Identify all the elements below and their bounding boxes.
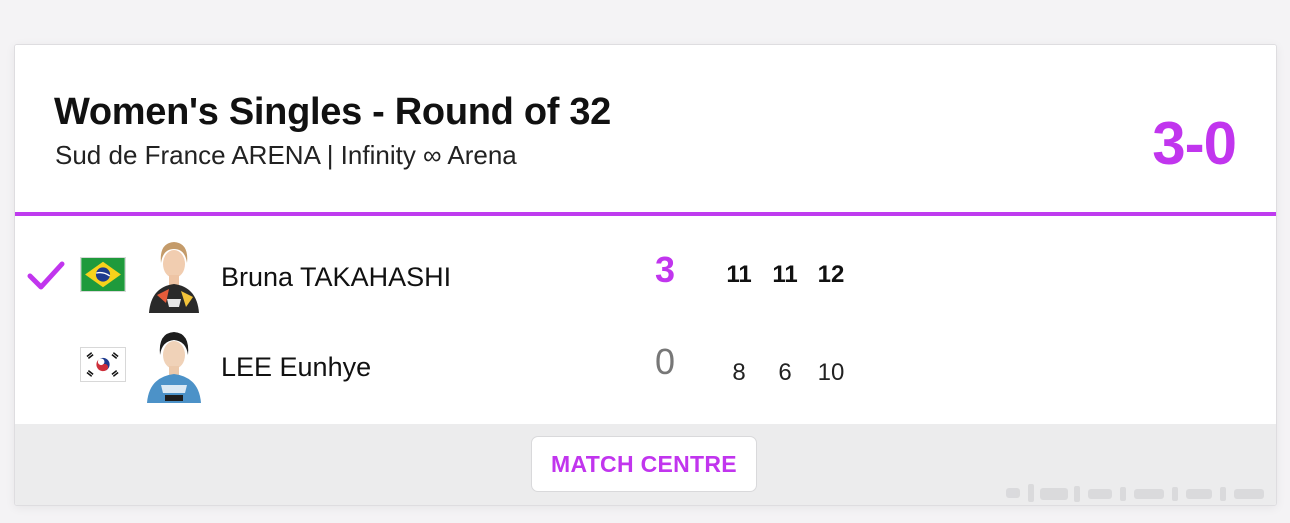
korea-flag-icon: [80, 347, 126, 382]
game-score: 10: [817, 359, 845, 386]
venue-label: Sud de France ARENA | Infinity ∞ Arena: [55, 140, 517, 170]
game-score: 12: [817, 261, 845, 288]
player-row: LEE Eunhye 0 8 6 10: [15, 325, 1276, 405]
match-title: Women's Singles - Round of 32: [54, 91, 612, 133]
player-name[interactable]: Bruna TAKAHASHI: [221, 262, 451, 293]
match-score: 3-0: [1152, 110, 1237, 177]
player-avatar: [141, 327, 207, 403]
watermark-icon: [1006, 484, 1264, 502]
match-centre-button[interactable]: MATCH CENTRE: [531, 436, 757, 492]
player-avatar: [141, 237, 207, 313]
match-card: Women's Singles - Round of 32 Sud de Fra…: [14, 44, 1277, 506]
game-score: 8: [732, 359, 746, 386]
match-header: Women's Singles - Round of 32 Sud de Fra…: [15, 45, 1276, 213]
accent-divider: [15, 212, 1276, 216]
game-score: 11: [726, 261, 752, 288]
player-row: Bruna TAKAHASHI 3 11 11 12: [15, 235, 1276, 315]
game-score: 6: [778, 359, 792, 386]
sets-won: 3: [654, 249, 676, 290]
sets-won: 0: [654, 341, 676, 382]
game-score: 11: [772, 261, 798, 288]
player-name[interactable]: LEE Eunhye: [221, 352, 371, 383]
winner-check-icon: [27, 261, 65, 290]
brazil-flag-icon: [80, 257, 126, 292]
